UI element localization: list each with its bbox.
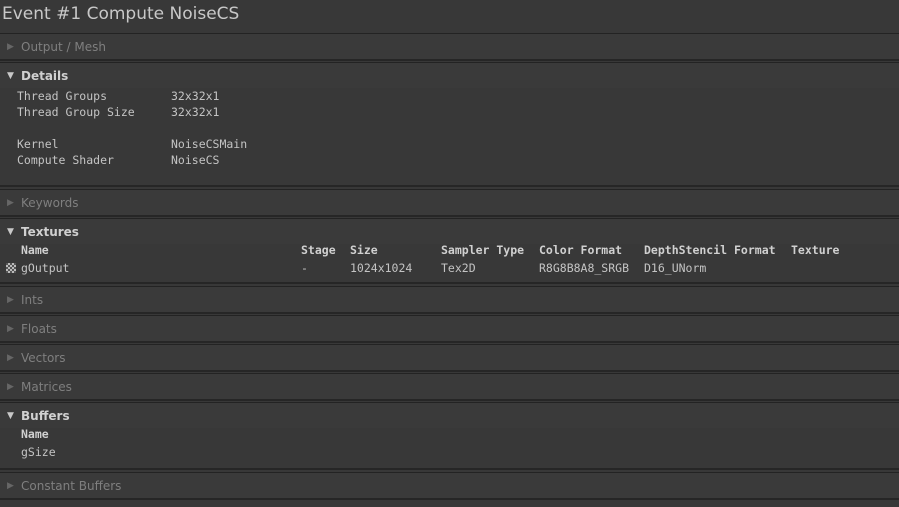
detail-key-thread-groups: Thread Groups [17, 89, 108, 103]
divider [0, 468, 899, 470]
divider [0, 312, 899, 314]
collapsed-arrow-icon: ▶ [7, 323, 14, 334]
texture-icon [6, 263, 16, 273]
section-label: Constant Buffers [21, 478, 122, 493]
detail-value-thread-group-size: 32x32x1 [171, 105, 220, 119]
section-matrices[interactable]: ▶ Matrices [0, 373, 899, 399]
section-output-mesh[interactable]: ▶ Output / Mesh [0, 33, 899, 59]
event-title: Event #1 Compute NoiseCS [2, 4, 240, 24]
section-label: Ints [21, 292, 44, 307]
divider [0, 282, 899, 284]
collapsed-arrow-icon: ▶ [7, 294, 14, 305]
texture-depth-format: D16_UNorm [644, 261, 707, 275]
buffer-name[interactable]: gSize [21, 445, 56, 459]
expanded-arrow-icon: ▼ [7, 410, 14, 421]
texture-name: gOutput [21, 261, 70, 275]
divider [0, 370, 899, 372]
detail-key-thread-group-size: Thread Group Size [17, 105, 135, 119]
frame-debugger-details-panel: Event #1 Compute NoiseCS ▶ Output / Mesh… [0, 0, 899, 507]
section-buffers[interactable]: ▼ Buffers [0, 402, 899, 428]
collapsed-arrow-icon: ▶ [7, 381, 14, 392]
collapsed-arrow-icon: ▶ [7, 197, 14, 208]
collapsed-arrow-icon: ▶ [7, 480, 14, 491]
texture-color-format: R8G8B8A8_SRGB [539, 261, 630, 275]
detail-value-thread-groups: 32x32x1 [171, 89, 220, 103]
column-header-color-format: Color Format [539, 243, 623, 257]
section-label: Buffers [21, 408, 70, 423]
section-vectors[interactable]: ▶ Vectors [0, 344, 899, 370]
texture-stage: - [301, 261, 308, 275]
column-header-sampler-type: Sampler Type [441, 243, 525, 257]
texture-sampler-type: Tex2D [441, 261, 476, 275]
divider [0, 399, 899, 401]
section-constant-buffers[interactable]: ▶ Constant Buffers [0, 472, 899, 498]
expanded-arrow-icon: ▼ [7, 70, 14, 81]
section-label: Textures [21, 224, 79, 239]
texture-size: 1024x1024 [350, 261, 413, 275]
section-label: Keywords [21, 195, 79, 210]
column-header-texture: Texture [791, 243, 840, 257]
detail-key-kernel: Kernel [17, 137, 59, 151]
section-label: Matrices [21, 379, 72, 394]
section-textures[interactable]: ▼ Textures [0, 218, 899, 244]
section-ints[interactable]: ▶ Ints [0, 286, 899, 312]
section-details[interactable]: ▼ Details [0, 62, 899, 88]
divider [0, 59, 899, 61]
collapsed-arrow-icon: ▶ [7, 41, 14, 52]
column-header-depthstencil-format: DepthStencil Format [644, 243, 776, 257]
collapsed-arrow-icon: ▶ [7, 352, 14, 363]
section-label: Vectors [21, 350, 66, 365]
section-keywords[interactable]: ▶ Keywords [0, 189, 899, 215]
column-header-name: Name [21, 243, 49, 257]
column-header-stage: Stage [301, 243, 336, 257]
detail-key-compute-shader: Compute Shader [17, 153, 114, 167]
detail-value-compute-shader: NoiseCS [171, 153, 220, 167]
expanded-arrow-icon: ▼ [7, 226, 14, 237]
section-floats[interactable]: ▶ Floats [0, 315, 899, 341]
column-header-name: Name [21, 427, 49, 441]
divider [0, 215, 899, 217]
divider [0, 498, 899, 500]
divider [0, 185, 899, 187]
section-label: Floats [21, 321, 57, 336]
column-header-size: Size [350, 243, 378, 257]
divider [0, 341, 899, 343]
detail-value-kernel: NoiseCSMain [171, 137, 248, 151]
section-label: Details [21, 68, 69, 83]
section-label: Output / Mesh [21, 39, 106, 54]
